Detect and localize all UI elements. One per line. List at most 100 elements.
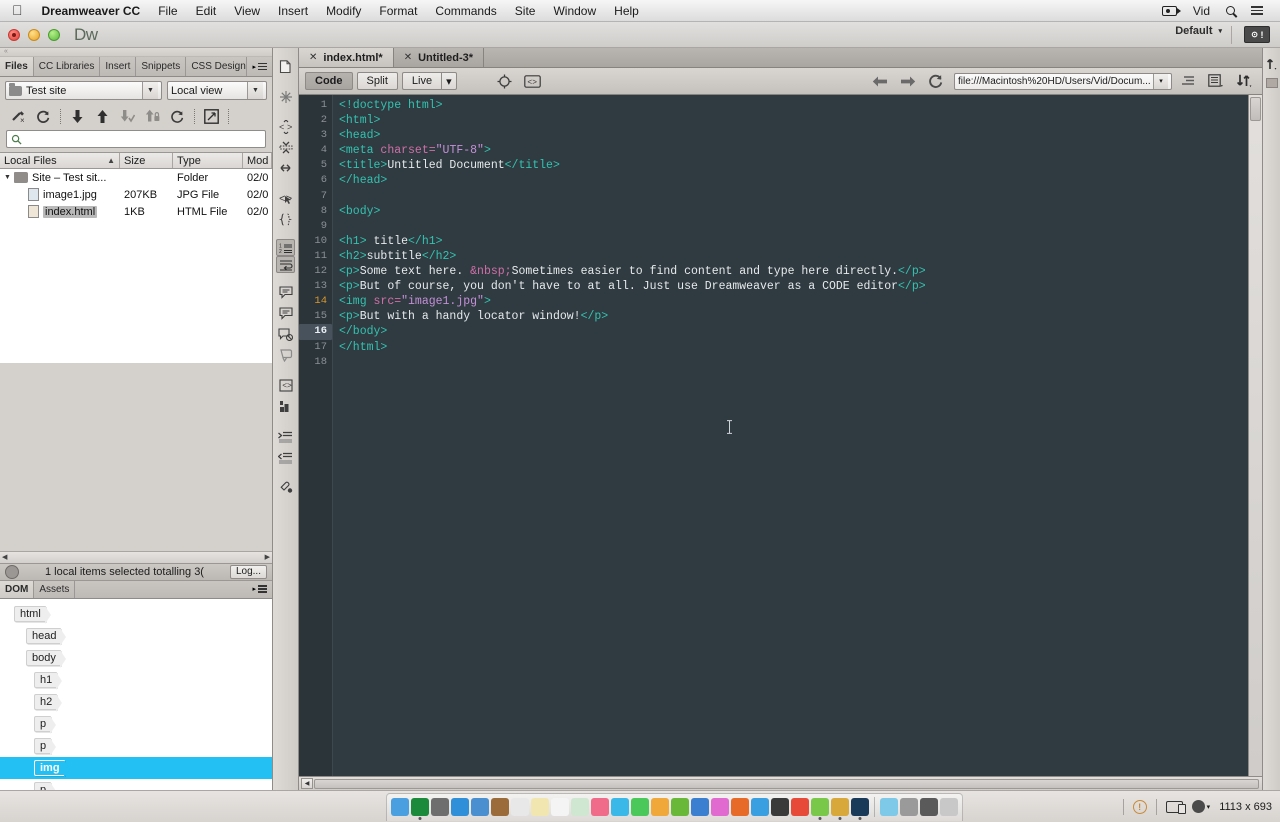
window-size-label[interactable]: 1113 x 693 <box>1219 801 1272 813</box>
column-header-modified[interactable]: Mod <box>243 153 272 168</box>
itunes-icon[interactable] <box>711 798 729 816</box>
refresh-icon[interactable] <box>924 71 948 91</box>
calendar-icon[interactable] <box>511 798 529 816</box>
code-line[interactable]: <p>Some text here. &nbsp;Sometimes easie… <box>339 264 1248 279</box>
dreamweaver-icon[interactable] <box>411 798 429 816</box>
tab-css-designer[interactable]: CSS Designer <box>186 57 247 76</box>
dom-node-body[interactable]: body <box>0 647 272 669</box>
tab-cc-libraries[interactable]: CC Libraries <box>34 57 101 76</box>
dom-node-p-2[interactable]: p <box>0 735 272 757</box>
menu-vid-label[interactable]: Vid <box>1186 4 1217 18</box>
outdent-code-icon[interactable] <box>275 447 297 468</box>
put-files-icon[interactable] <box>90 107 115 126</box>
workspace-switcher[interactable]: Default ▾ <box>1175 25 1222 37</box>
scrollbar-thumb[interactable] <box>314 779 1259 789</box>
tab-dom[interactable]: DOM <box>0 581 34 598</box>
dom-node-h2[interactable]: h2 <box>0 691 272 713</box>
file-name-cell[interactable]: ▼ Site – Test sit... <box>0 172 120 184</box>
menu-item-insert[interactable]: Insert <box>269 2 317 20</box>
collapse-full-tag-icon[interactable] <box>275 86 297 107</box>
downloads-stack-icon[interactable] <box>880 798 898 816</box>
code-line[interactable] <box>339 219 1248 234</box>
column-header-size[interactable]: Size <box>120 153 173 168</box>
synchronize-icon[interactable] <box>165 107 190 126</box>
balance-braces-icon[interactable] <box>275 158 297 179</box>
view-split-button[interactable]: Split <box>357 72 398 90</box>
code-line[interactable] <box>339 189 1248 204</box>
dom-node-h1[interactable]: h1 <box>0 669 272 691</box>
close-window-button[interactable] <box>8 29 20 41</box>
sort-icon[interactable] <box>1232 71 1256 91</box>
code-line[interactable]: <html> <box>339 113 1248 128</box>
column-header-type[interactable]: Type <box>173 153 243 168</box>
dom-node-img[interactable]: img <box>0 757 272 779</box>
screen-sharing-icon[interactable] <box>900 798 918 816</box>
live-view-options-icon[interactable] <box>493 71 517 91</box>
search-icon[interactable] <box>1219 6 1242 15</box>
apple-menu-icon[interactable]:  <box>6 3 33 19</box>
code-line[interactable]: <body> <box>339 204 1248 219</box>
app-store-icon[interactable] <box>751 798 769 816</box>
tab-snippets[interactable]: Snippets <box>136 57 186 76</box>
inspect-code-icon[interactable]: <> <box>521 71 545 91</box>
menu-item-view[interactable]: View <box>225 2 269 20</box>
warning-icon[interactable]: ! <box>1133 800 1147 814</box>
pages-icon[interactable] <box>651 798 669 816</box>
dom-tree[interactable]: html head body h1 h2 p p img p <box>0 599 272 791</box>
panel-options-menu-icon[interactable]: ▸ <box>247 57 272 76</box>
display-icon[interactable] <box>920 798 938 816</box>
file-name-cell[interactable]: index.html <box>0 205 120 218</box>
expand-collapse-icon[interactable] <box>199 107 224 126</box>
syntax-error-alert-icon[interactable] <box>275 345 297 366</box>
expand-triangle-icon[interactable]: ▼ <box>4 174 14 181</box>
code-horizontal-scrollbar[interactable]: ◀ <box>299 776 1262 790</box>
line-numbers-icon[interactable]: 12 <box>276 239 295 256</box>
code-line[interactable]: <title>Untitled Document</title> <box>339 158 1248 173</box>
menu-item-commands[interactable]: Commands <box>426 2 505 20</box>
log-button[interactable]: Log... <box>230 565 267 579</box>
chrome-icon[interactable] <box>791 798 809 816</box>
list-icon[interactable] <box>1244 4 1270 17</box>
open-documents-icon[interactable] <box>275 56 297 77</box>
messages-icon[interactable] <box>611 798 629 816</box>
check-in-icon[interactable] <box>140 107 165 126</box>
site-select[interactable]: Test site ▼ <box>5 81 162 100</box>
apply-source-formatting-icon[interactable]: <> <box>275 375 297 396</box>
finder-icon[interactable] <box>391 798 409 816</box>
code-line[interactable]: <p>But with a handy locator window!</p> <box>339 309 1248 324</box>
format-source-code-icon[interactable] <box>275 396 297 417</box>
scroll-left-arrow-icon[interactable]: ◀ <box>301 778 313 789</box>
photoshop-icon[interactable] <box>851 798 869 816</box>
view-code-button[interactable]: Code <box>305 72 353 90</box>
code-line[interactable] <box>339 355 1248 370</box>
dom-node-p-1[interactable]: p <box>0 713 272 735</box>
code-line[interactable]: <p>But of course, you don't have to at a… <box>339 279 1248 294</box>
dom-node-head[interactable]: head <box>0 625 272 647</box>
real-time-preview-icon[interactable]: ▾ <box>1192 800 1211 813</box>
numbers-icon[interactable] <box>671 798 689 816</box>
get-files-icon[interactable] <box>65 107 90 126</box>
chevron-down-icon[interactable]: ▾ <box>1153 74 1168 89</box>
visual-aids-icon[interactable] <box>1204 71 1228 91</box>
balance-braces-dotted-icon[interactable] <box>275 209 297 230</box>
device-preview-icon[interactable] <box>1166 801 1183 813</box>
apply-comment-icon[interactable] <box>275 282 297 303</box>
video-camera-icon[interactable] <box>1155 6 1184 16</box>
reminders-icon[interactable] <box>551 798 569 816</box>
expand-all-icon[interactable]: <> <box>275 116 297 137</box>
indent-code-icon[interactable] <box>275 426 297 447</box>
view-select[interactable]: Local view ▼ <box>167 81 267 100</box>
code-line[interactable]: <h2>subtitle</h2> <box>339 249 1248 264</box>
close-icon[interactable]: ✕ <box>309 52 317 63</box>
sort-panel-icon[interactable] <box>1261 53 1280 74</box>
code-editor[interactable]: 123456789101112131415161718 <!doctype ht… <box>299 95 1262 776</box>
facetime-icon[interactable] <box>631 798 649 816</box>
photos-icon[interactable] <box>591 798 609 816</box>
refresh-icon[interactable] <box>31 107 56 126</box>
scrollbar-thumb[interactable] <box>1250 97 1261 121</box>
scroll-left-arrow-icon[interactable]: ◀ <box>2 553 7 561</box>
code-line[interactable]: <meta charset="UTF-8"> <box>339 143 1248 158</box>
search-input[interactable] <box>6 130 266 148</box>
highlight-invalid-code-icon[interactable] <box>275 324 297 345</box>
menu-item-edit[interactable]: Edit <box>187 2 226 20</box>
